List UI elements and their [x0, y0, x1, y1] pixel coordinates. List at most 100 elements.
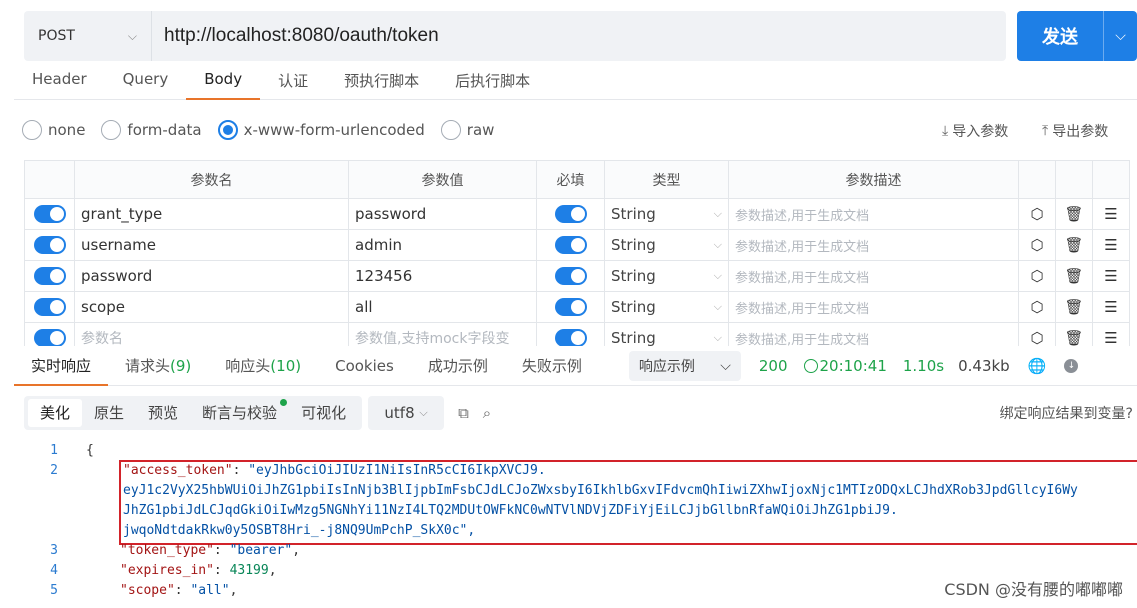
enable-cell [24, 229, 75, 261]
code-line-scope: "scope": "all", [120, 583, 238, 598]
encoding-label: utf8 [384, 404, 415, 422]
param-desc[interactable]: 参数描述,用于生成文档 [728, 260, 1019, 292]
line-number: 5 [50, 583, 58, 598]
status-code: 200 [758, 356, 788, 375]
param-value[interactable]: all [348, 291, 537, 323]
tab-body[interactable]: Body [186, 62, 261, 100]
tab-pre-script[interactable]: 预执行脚本 [326, 62, 437, 100]
param-desc[interactable]: 参数描述,用于生成文档 [728, 229, 1019, 261]
view-raw[interactable]: 原生 [82, 399, 136, 427]
cube-icon[interactable]: ⬡ [1018, 291, 1056, 323]
param-value[interactable]: 123456 [348, 260, 537, 292]
param-name[interactable]: password [74, 260, 349, 292]
param-name[interactable]: scope [74, 291, 349, 323]
import-label: 导入参数 [952, 124, 1009, 140]
radio-none[interactable]: none [22, 120, 85, 140]
enable-toggle[interactable] [33, 298, 66, 317]
response-code-view[interactable]: 1 2 3 4 5 { "access_token": "eyJhbGciOiJ… [14, 440, 1137, 608]
send-button[interactable]: 发送 ⌵ [1017, 11, 1137, 61]
drag-handle-icon[interactable]: ☰ [1092, 229, 1130, 261]
param-desc[interactable]: 参数描述,用于生成文档 [728, 198, 1019, 230]
download-icon[interactable]: ↓ [1064, 358, 1079, 373]
tab-response-headers[interactable]: 响应头(10) [208, 346, 318, 386]
required-cell [536, 198, 605, 230]
method-select[interactable]: POST ⌵ [24, 11, 152, 61]
chevron-down-icon: ⌵ [127, 28, 137, 43]
tab-success-example[interactable]: 成功示例 [411, 346, 505, 386]
trash-icon[interactable]: 🗑 [1055, 198, 1093, 230]
param-desc[interactable]: 参数描述,用于生成文档 [728, 291, 1019, 323]
export-icon: ⤒ [1042, 123, 1049, 139]
tab-header[interactable]: Header [14, 62, 105, 100]
view-beautify[interactable]: 美化 [28, 399, 83, 427]
token-line-4: jwqoNdtdakRkw0y5OSBT8Hri_-j8NQ9UmPchP_Sk… [123, 523, 476, 538]
required-toggle[interactable] [554, 298, 587, 317]
drag-handle-icon[interactable]: ☰ [1092, 260, 1130, 292]
enable-cell [24, 291, 75, 323]
cube-icon[interactable]: ⬡ [1018, 260, 1056, 292]
tab-auth[interactable]: 认证 [260, 62, 326, 100]
required-toggle[interactable] [554, 236, 587, 255]
type-cell[interactable]: String ⌵ [604, 260, 729, 292]
json-number: 43199 [229, 563, 269, 578]
col-name: 参数名 [74, 160, 349, 199]
search-icon[interactable]: ⌕ [483, 404, 491, 422]
clock-icon [803, 358, 818, 373]
import-params-button[interactable]: ⤓ 导入参数 [942, 121, 1008, 141]
globe-icon[interactable]: 🌐 [1028, 357, 1047, 375]
radio-urlencoded[interactable]: x-www-form-urlencoded [217, 120, 425, 140]
enable-toggle[interactable] [33, 267, 66, 286]
token-line-1: "access_token": "eyJhbGciOiJIUzI1NiIsInR… [123, 463, 546, 478]
param-value[interactable]: admin [348, 229, 537, 261]
col-action-1 [1018, 160, 1056, 199]
send-dropdown-chevron-icon[interactable]: ⌵ [1104, 28, 1137, 44]
encoding-select[interactable]: utf8 ⌵ [368, 396, 445, 430]
url-input[interactable]: http://localhost:8080/oauth/token [152, 25, 439, 47]
json-string: "bearer" [229, 543, 293, 558]
param-name[interactable]: username [74, 229, 349, 261]
tab-cookies[interactable]: Cookies [318, 346, 411, 386]
type-label: String [611, 205, 656, 223]
cube-icon[interactable]: ⬡ [1018, 198, 1056, 230]
view-assertions[interactable]: 断言与校验 [190, 399, 289, 427]
trash-icon[interactable]: 🗑 [1055, 229, 1093, 261]
tab-fail-example[interactable]: 失败示例 [505, 346, 599, 386]
drag-handle-icon[interactable]: ☰ [1092, 291, 1130, 323]
enable-toggle[interactable] [33, 205, 66, 224]
required-cell [536, 291, 605, 323]
radio-raw[interactable]: raw [440, 120, 494, 140]
radio-form-data[interactable]: form-data [101, 120, 202, 140]
view-preview[interactable]: 预览 [136, 399, 190, 427]
tab-realtime-response[interactable]: 实时响应 [14, 346, 109, 386]
type-cell[interactable]: String ⌵ [604, 229, 729, 261]
view-visualize[interactable]: 可视化 [289, 399, 358, 427]
tab-query[interactable]: Query [105, 62, 187, 100]
table-row: grant_type password String ⌵ 参数描述,用于生成文档 … [24, 198, 1130, 230]
table-header-row: 参数名 参数值 必填 类型 参数描述 [24, 160, 1130, 199]
drag-handle-icon[interactable]: ☰ [1092, 198, 1130, 230]
tab-request-headers[interactable]: 请求头(9) [108, 346, 208, 386]
request-bar: POST ⌵ http://localhost:8080/oauth/token [24, 11, 1006, 61]
param-value[interactable]: password [348, 198, 537, 230]
token-line-3: JhZG1pbiJdLCJqdGkiOiIwMzg5NGNhYi11NzI4LT… [123, 503, 898, 518]
copy-icon[interactable]: ⧉ [458, 404, 469, 422]
col-action-3 [1092, 160, 1130, 199]
tab-post-script[interactable]: 后执行脚本 [437, 62, 548, 100]
type-cell[interactable]: String ⌵ [604, 198, 729, 230]
required-toggle[interactable] [554, 205, 587, 224]
trash-icon[interactable]: 🗑 [1055, 291, 1093, 323]
response-example-select[interactable]: 响应示例 ⌵ [628, 350, 741, 381]
param-name[interactable]: grant_type [74, 198, 349, 230]
response-time: 20:10:41 [803, 357, 887, 375]
token-part: JhZG1pbiJdLCJqdGkiOiIwMzg5NGNhYi11NzI4LT… [123, 503, 898, 518]
type-label: String [611, 236, 656, 254]
type-cell[interactable]: String ⌵ [604, 291, 729, 323]
trash-icon[interactable]: 🗑 [1055, 260, 1093, 292]
bind-to-variable-link[interactable]: 绑定响应结果到变量? [1000, 403, 1133, 423]
required-toggle[interactable] [554, 267, 587, 286]
cube-icon[interactable]: ⬡ [1018, 229, 1056, 261]
chevron-down-icon: ⌵ [713, 238, 722, 251]
enable-toggle[interactable] [33, 236, 66, 255]
line-number: 2 [50, 463, 58, 478]
export-params-button[interactable]: ⤒ 导出参数 [1042, 121, 1108, 141]
